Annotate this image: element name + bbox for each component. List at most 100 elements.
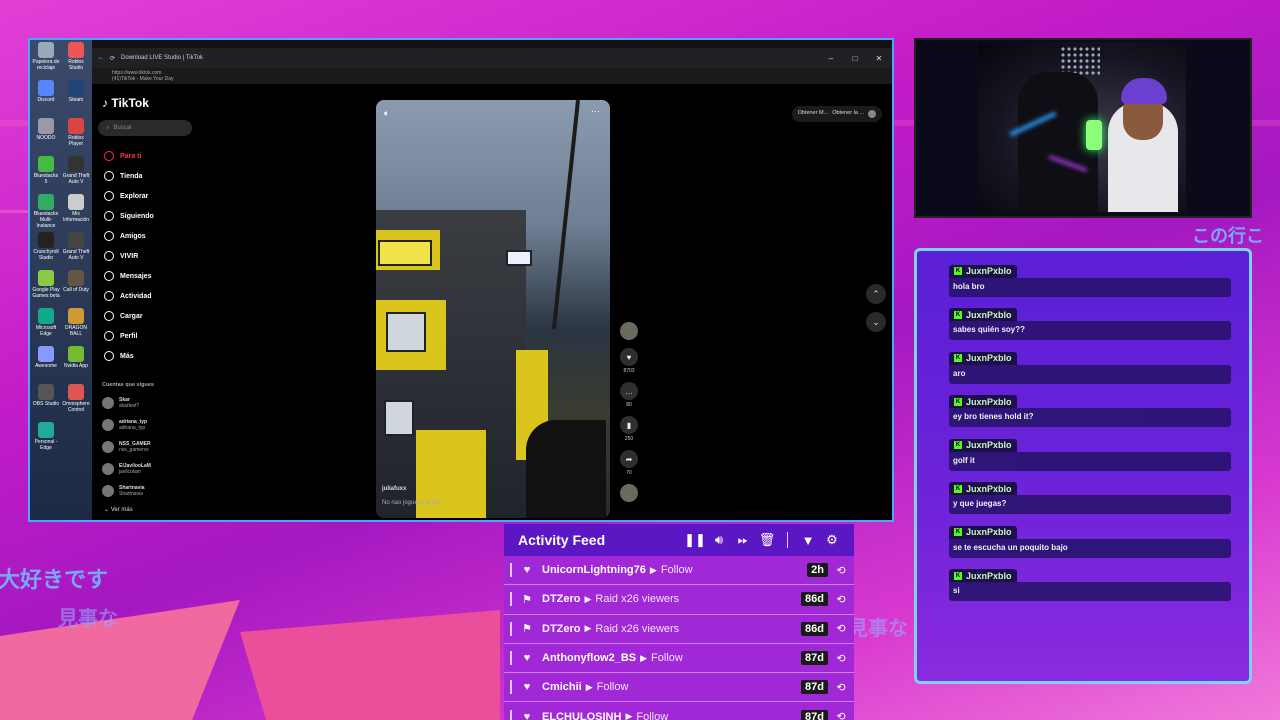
feed-username[interactable]: ELCHULOSINH [542,711,621,720]
desktop-icon[interactable]: OBS Studio [32,384,60,407]
following-item[interactable]: Shartnavia Shartnavia [98,480,196,502]
video-author[interactable]: juliafuxx [382,486,406,492]
music-disc[interactable] [616,484,642,502]
gear-icon[interactable]: ⚙ [820,532,844,548]
video-player[interactable]: 🔈︎ ⋯ juliafuxx No nao jogueim jeje@ [376,100,610,518]
get-app-button[interactable]: Obtener M... [798,110,829,118]
chat-username[interactable]: K JuxnPxblo [949,308,1017,321]
nav-item[interactable]: Más [98,346,196,366]
back-icon[interactable]: ← [98,55,104,61]
tab-title[interactable]: Download LIVE Studio | TikTok [121,55,203,61]
maximize-icon[interactable]: □ [846,54,864,63]
desktop-icon[interactable]: DRAGON BALL [62,308,90,337]
feed-row[interactable]: ♥ Cmichii ▶ Follow 87d ⟲ [504,673,854,703]
close-icon[interactable]: ✕ [870,54,888,63]
replay-icon[interactable]: ⟲ [834,652,848,665]
desktop-icon[interactable]: Awesome [32,346,60,369]
chat-username[interactable]: K JuxnPxblo [949,264,1017,278]
tiktok-logo[interactable]: ♪ TikTok [102,96,192,110]
previous-video-button[interactable]: ⌃ [866,284,886,304]
nav-item[interactable]: Actividad [98,286,196,306]
desktop-icon[interactable]: Call of Duty [62,270,90,293]
volume-icon[interactable]: 🔈︎ [384,108,389,119]
chat-username[interactable]: K JuxnPxblo [949,482,1017,495]
chat-username[interactable]: K JuxnPxblo [949,395,1017,408]
profile-avatar[interactable] [868,110,876,118]
get-pc-button[interactable]: Obtener la ... [832,110,864,118]
replay-icon[interactable]: ⟲ [834,622,848,635]
desktop-icon[interactable]: NOODO [32,118,60,141]
feed-username[interactable]: UnicornLightning76 [542,564,646,576]
nav-item[interactable]: Explorar [98,186,196,206]
following-item[interactable]: NSS_GAMER nss_gamervx [98,436,196,458]
desktop-icon[interactable]: Crunchyroll Studio [32,232,60,261]
feed-username[interactable]: DTZero [542,623,581,635]
desktop-icon[interactable]: Bluestacks Multi-Instance [32,194,60,229]
action-comment[interactable]: … 80 [616,382,642,408]
desktop-icon[interactable]: Omnisphere Control [62,384,90,413]
desktop-icon[interactable]: Steam [62,80,90,103]
nav-item[interactable]: Cargar [98,306,196,326]
nav-item[interactable]: Siguiendo [98,206,196,226]
desktop-icon[interactable]: Grand Theft Auto V [62,232,90,261]
nav-item[interactable]: Mensajes [98,266,196,286]
replay-icon[interactable]: ⟲ [834,593,848,606]
desktop-icon-label: Call of Duty [63,287,89,293]
desktop-icon[interactable]: Microsoft Edge [32,308,60,337]
search-input[interactable]: ⌕ Buscar [98,120,192,136]
chat-username[interactable]: K JuxnPxblo [949,569,1017,582]
minimize-icon[interactable]: – [822,54,840,63]
feed-username[interactable]: Anthonyflow2_BS [542,652,636,664]
address-bar[interactable]: https://www.tiktok.com (41)TikTok - Make… [92,68,892,84]
nav-item[interactable]: Amigos [98,226,196,246]
desktop-icon-label: Nvidia App [64,363,88,369]
chat-username[interactable]: K JuxnPxblo [949,525,1017,539]
feed-row[interactable]: ♥ UnicornLightning76 ▶ Follow 2h ⟲ [504,556,854,586]
nav-item[interactable]: Tienda [98,166,196,186]
desktop-icon[interactable]: Mis Información [62,194,90,223]
replay-icon[interactable]: ⟲ [834,564,848,577]
feed-row[interactable]: ♥ ELCHULOSINH ▶ Follow 87d ⟲ [504,702,854,720]
skip-icon[interactable]: ⏩︎ [731,532,755,548]
replay-icon[interactable]: ⟲ [834,710,848,720]
creator-avatar[interactable] [616,322,642,340]
feed-username[interactable]: Cmichii [542,681,582,693]
action-count: 250 [624,436,634,442]
action-heart[interactable]: ♥ 8703 [616,348,642,374]
see-more-link[interactable]: ⌄ Ver más [98,506,196,513]
following-item[interactable]: Skar skarleef7 [98,392,196,414]
next-video-button[interactable]: ⌄ [866,312,886,332]
nav-item[interactable]: VIVIR [98,246,196,266]
feed-row[interactable]: ⚑ DTZero ▶ Raid x26 viewers 86d ⟲ [504,614,854,644]
feed-row[interactable]: ♥ Anthonyflow2_BS ▶ Follow 87d ⟲ [504,643,854,674]
desktop-icon[interactable]: Discord [32,80,60,103]
action-share[interactable]: ➦ 70 [616,450,642,476]
desktop-icon[interactable]: Personal - Edge [32,422,60,451]
trash-icon[interactable]: 🗑︎ [755,532,779,548]
desktop-icon[interactable]: Papelera de reciclaje [32,42,60,71]
nav-item[interactable]: Para ti [98,146,196,166]
replay-icon[interactable]: ⟲ [834,681,848,694]
reload-icon[interactable]: ⟳ [110,55,115,62]
following-item[interactable]: adriana_typ adriana_typ [98,414,196,436]
chat-username[interactable]: K JuxnPxblo [949,351,1017,365]
feed-row[interactable]: ⚑ DTZero ▶ Raid x26 viewers 86d ⟲ [504,585,854,615]
action-bookmark[interactable]: ▮ 250 [616,416,642,442]
chat-message-text: golf it [949,451,1231,471]
messages-icon [104,271,114,281]
browser-titlebar: ← ⟳ Download LIVE Studio | TikTok – □ ✕ [92,48,892,68]
desktop-icon[interactable]: Bluestacks 5 [32,156,60,185]
volume-icon[interactable]: 🔊︎ [707,532,731,548]
chat-username[interactable]: K JuxnPxblo [949,438,1017,452]
desktop-icon[interactable]: Google Play Games beta [32,270,60,299]
pause-icon[interactable]: ❚❚ [683,532,707,548]
filter-icon[interactable]: ▼ [796,533,820,548]
desktop-icon[interactable]: Nvidia App [62,346,90,369]
more-options-icon[interactable]: ⋯ [591,106,600,117]
desktop-icon[interactable]: Roblox Player [62,118,90,147]
feed-username[interactable]: DTZero [542,593,581,605]
following-item[interactable]: ElJavilooLaM javilcolam [98,458,196,480]
desktop-icon[interactable]: Grand Theft Auto V [62,156,90,185]
desktop-icon[interactable]: Roblox Studio [62,42,90,71]
nav-item[interactable]: Perfil [98,326,196,346]
